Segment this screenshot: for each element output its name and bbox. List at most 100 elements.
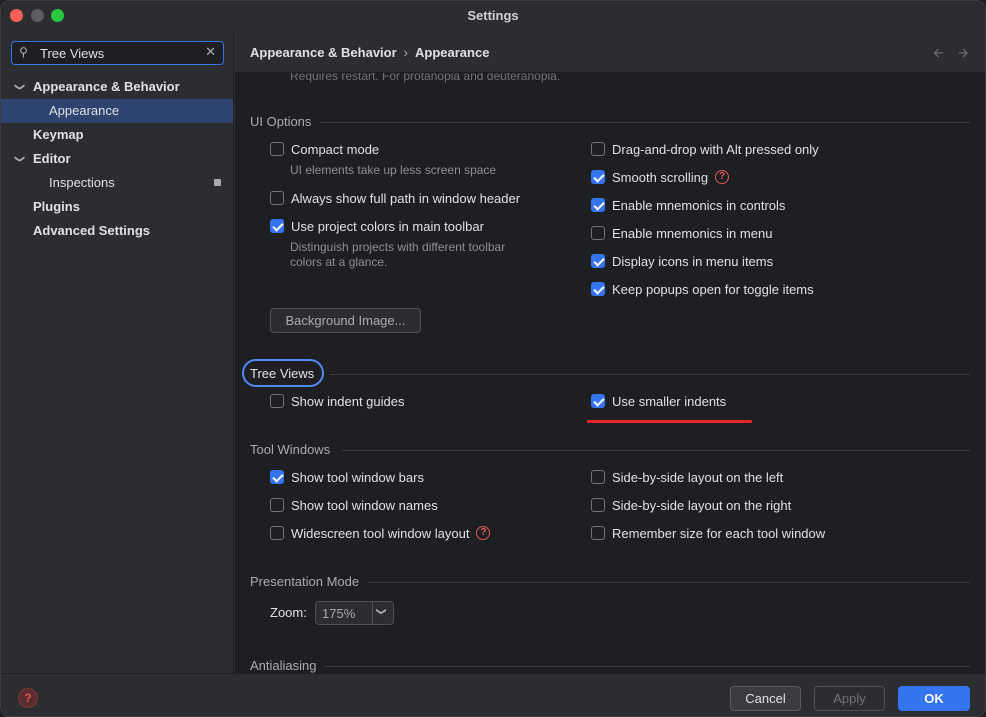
settings-window: Settings ⚲ ✕ ❯ Appearance & Behavior App… (0, 0, 986, 717)
icons-menu-checkbox[interactable]: Display icons in menu items (591, 251, 773, 271)
annotation-underline (587, 420, 752, 423)
checkbox-box[interactable] (270, 191, 284, 205)
ok-button[interactable]: OK (898, 686, 970, 711)
checkbox-box[interactable] (591, 470, 605, 484)
checkbox-box[interactable] (270, 142, 284, 156)
project-colors-checkbox[interactable]: Use project colors in main toolbar (270, 216, 484, 236)
clear-search-icon[interactable]: ✕ (205, 44, 216, 60)
checkbox-box[interactable] (591, 254, 605, 268)
section-title-antialiasing: Antialiasing (250, 658, 317, 673)
search-box[interactable]: ⚲ ✕ (11, 41, 224, 65)
sidebar-item-label: Editor (33, 151, 71, 166)
drag-drop-checkbox[interactable]: Drag-and-drop with Alt pressed only (591, 139, 819, 159)
breadcrumb-parent[interactable]: Appearance & Behavior (250, 45, 397, 60)
indent-guides-checkbox[interactable]: Show indent guides (270, 391, 404, 411)
breadcrumb: Appearance & Behavior › Appearance (250, 45, 489, 60)
smaller-indents-checkbox[interactable]: Use smaller indents (591, 391, 726, 411)
sidebar-item-label: Inspections (49, 175, 115, 190)
breadcrumb-separator: › (403, 45, 409, 60)
checkbox-box[interactable] (270, 498, 284, 512)
section-title-tool-windows: Tool Windows (250, 442, 331, 457)
section-divider (368, 582, 970, 583)
checkbox-box[interactable] (591, 142, 605, 156)
full-path-checkbox[interactable]: Always show full path in window header (270, 188, 520, 208)
settings-sidebar: ⚲ ✕ ❯ Appearance & Behavior Appearance K… (1, 31, 234, 673)
apply-button[interactable]: Apply (814, 686, 885, 711)
zoom-dropdown[interactable]: 175% ❯ (315, 601, 394, 625)
compact-mode-checkbox[interactable]: Compact mode (270, 139, 379, 159)
cancel-button[interactable]: Cancel (730, 686, 801, 711)
sidebar-item-appearance-behavior[interactable]: ❯ Appearance & Behavior (1, 75, 233, 99)
keep-popups-checkbox[interactable]: Keep popups open for toggle items (591, 279, 814, 299)
checkbox-box[interactable] (270, 219, 284, 233)
widescreen-checkbox[interactable]: Widescreen tool window layout ? (270, 523, 491, 543)
help-icon[interactable]: ? (476, 526, 491, 540)
section-divider (342, 450, 970, 451)
compact-mode-hint: UI elements take up less screen space (290, 163, 497, 177)
section-divider (324, 666, 970, 667)
forward-arrow-icon[interactable]: 🡪 (958, 44, 969, 66)
back-arrow-icon[interactable]: 🡨 (933, 44, 944, 66)
checkbox-label: Keep popups open for toggle items (612, 281, 814, 297)
project-level-icon (214, 179, 221, 186)
checkbox-box[interactable] (591, 394, 605, 408)
settings-tree: ❯ Appearance & Behavior Appearance Keyma… (1, 75, 233, 243)
section-divider (330, 374, 970, 375)
checkbox-box[interactable] (591, 526, 605, 540)
window-title: Settings (467, 8, 519, 23)
sidebar-item-inspections[interactable]: Inspections (1, 171, 233, 195)
checkbox-label: Use smaller indents (612, 393, 727, 409)
search-icon: ⚲ (19, 45, 28, 59)
checkbox-box[interactable] (591, 170, 605, 184)
checkbox-label: Display icons in menu items (612, 253, 774, 269)
settings-header: Appearance & Behavior › Appearance 🡨 🡪 (235, 31, 985, 73)
checkbox-label: Remember size for each tool window (612, 525, 826, 541)
checkbox-label: Use project colors in main toolbar (291, 218, 484, 234)
checkbox-box[interactable] (591, 282, 605, 296)
section-title-presentation-mode: Presentation Mode (250, 574, 360, 589)
checkbox-box[interactable] (591, 198, 605, 212)
checkbox-box[interactable] (270, 526, 284, 540)
section-title-tree-views: Tree Views (250, 366, 315, 381)
checkbox-box[interactable] (591, 226, 605, 240)
help-icon[interactable]: ? (715, 170, 730, 184)
chevron-down-icon[interactable]: ❯ (376, 607, 387, 615)
search-input[interactable] (40, 45, 200, 61)
faded-hint-text: Requires restart. For protanopia and deu… (290, 73, 561, 83)
sidebar-item-advanced-settings[interactable]: Advanced Settings (1, 219, 233, 243)
mnemonics-controls-checkbox[interactable]: Enable mnemonics in controls (591, 195, 785, 215)
sidebar-item-editor[interactable]: ❯ Editor (1, 147, 233, 171)
zoom-label: Zoom: (270, 605, 307, 620)
zoom-value: 175% (322, 606, 356, 621)
dropdown-divider (372, 602, 373, 624)
side-right-checkbox[interactable]: Side-by-side layout on the right (591, 495, 791, 515)
checkbox-label: Drag-and-drop with Alt pressed only (612, 141, 819, 157)
show-bars-checkbox[interactable]: Show tool window bars (270, 467, 424, 487)
checkbox-label: Always show full path in window header (291, 190, 521, 206)
checkbox-label: Smooth scrolling (612, 169, 709, 185)
mnemonics-menu-checkbox[interactable]: Enable mnemonics in menu (591, 223, 772, 243)
breadcrumb-current: Appearance (415, 45, 490, 60)
side-left-checkbox[interactable]: Side-by-side layout on the left (591, 467, 783, 487)
remember-size-checkbox[interactable]: Remember size for each tool window (591, 523, 825, 543)
show-names-checkbox[interactable]: Show tool window names (270, 495, 438, 515)
help-icon[interactable]: ? (18, 688, 38, 708)
checkbox-box[interactable] (591, 498, 605, 512)
checkbox-box[interactable] (270, 394, 284, 408)
hint-line: colors at a glance. (290, 255, 388, 269)
sidebar-item-keymap[interactable]: Keymap (1, 123, 233, 147)
checkbox-box[interactable] (270, 470, 284, 484)
checkbox-label: Show indent guides (291, 393, 405, 409)
sidebar-item-plugins[interactable]: Plugins (1, 195, 233, 219)
sidebar-item-label: Plugins (33, 199, 80, 214)
checkbox-label: Side-by-side layout on the left (612, 469, 784, 485)
settings-content[interactable]: Requires restart. For protanopia and deu… (235, 73, 985, 673)
background-image-button[interactable]: Background Image... (270, 308, 421, 333)
checkbox-label: Enable mnemonics in controls (612, 197, 786, 213)
chevron-down-icon[interactable]: ❯ (7, 83, 31, 91)
sidebar-item-label: Appearance & Behavior (33, 79, 180, 94)
chevron-down-icon[interactable]: ❯ (7, 155, 31, 163)
smooth-scrolling-checkbox[interactable]: Smooth scrolling ? (591, 167, 730, 187)
sidebar-item-appearance[interactable]: Appearance (1, 99, 233, 123)
checkbox-label: Enable mnemonics in menu (612, 225, 773, 241)
